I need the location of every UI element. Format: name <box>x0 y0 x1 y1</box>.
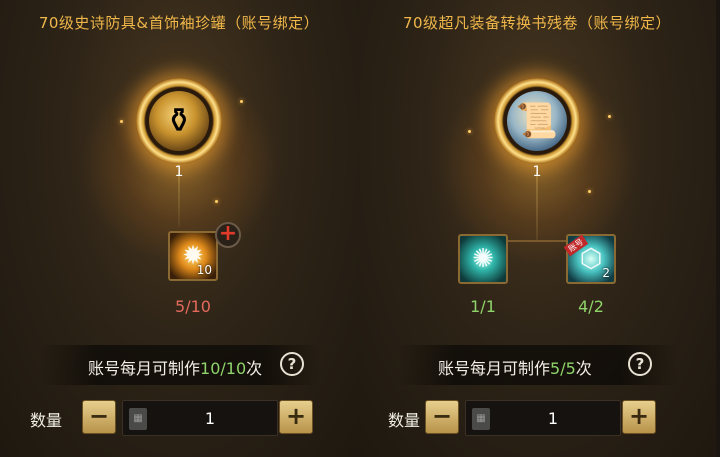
panel-title: 70级超凡装备转换书残卷（账号绑定） <box>402 14 672 32</box>
material-requirement: 1/1 <box>470 297 496 316</box>
material-slot[interactable]: 账号 ⬡ 2 <box>563 234 616 284</box>
quantity-label: 数量 <box>388 411 421 430</box>
add-material-button[interactable]: + <box>215 222 241 248</box>
crafting-screen: 70级史诗防具&首饰袖珍罐（账号绑定） ⚱ 1 ✹ 10 + 5/10 账号每月… <box>0 0 720 457</box>
quantity-input[interactable]: ▦ 1 <box>465 400 621 436</box>
monthly-limit-bar: 账号每月可制作10/10次 ? <box>40 345 320 385</box>
scroll-icon[interactable]: 📜 <box>507 91 567 151</box>
monthly-limit-bar: 账号每月可制作5/5次 ? <box>398 345 678 385</box>
material-slot[interactable]: ✺ <box>458 234 508 284</box>
increase-button[interactable]: + <box>622 400 656 434</box>
quantity-input[interactable]: ▦ 1 <box>122 400 278 436</box>
connector-line <box>178 172 180 227</box>
connector-line <box>508 240 568 242</box>
quantity-value: 1 <box>204 409 216 428</box>
calculator-icon[interactable]: ▦ <box>129 408 147 430</box>
material-requirement: 4/2 <box>578 297 604 316</box>
monthly-limit-text: 账号每月可制作5/5次 <box>438 359 592 378</box>
calculator-icon[interactable]: ▦ <box>472 408 490 430</box>
quantity-label: 数量 <box>30 411 63 430</box>
quantity-row: 数量 − ▦ 1 + <box>358 400 716 436</box>
panel-title: 70级史诗防具&首饰袖珍罐（账号绑定） <box>38 14 320 32</box>
connector-line <box>536 172 538 240</box>
spark <box>588 190 591 193</box>
material-stack: 2 <box>602 266 610 280</box>
quantity-value: 1 <box>547 409 559 428</box>
material-slot[interactable]: ✹ 10 <box>168 231 218 281</box>
craft-panel-armor-jar: 70级史诗防具&首饰袖珍罐（账号绑定） ⚱ 1 ✹ 10 + 5/10 账号每月… <box>0 0 358 457</box>
spark <box>120 120 123 123</box>
material-stack: 10 <box>196 263 212 277</box>
crystal-icon: ⬡ <box>579 244 603 274</box>
craft-panel-transform-scroll: 70级超凡装备转换书残卷（账号绑定） 📜 1 ✺ 1/1 账号 ⬡ 2 4/2 … <box>358 0 716 457</box>
decrease-button[interactable]: − <box>82 400 116 434</box>
jar-icon[interactable]: ⚱ <box>149 91 209 151</box>
spark <box>215 200 218 203</box>
decrease-button[interactable]: − <box>425 400 459 434</box>
spark <box>468 130 471 133</box>
main-item-count: 1 <box>174 164 184 180</box>
quantity-row: 数量 − ▦ 1 + <box>0 400 358 436</box>
spark <box>608 115 611 118</box>
help-icon[interactable]: ? <box>280 352 304 376</box>
teal-emblem-icon: ✺ <box>472 244 494 274</box>
material-requirement: 5/10 <box>175 297 211 316</box>
spark <box>240 100 243 103</box>
monthly-limit-text: 账号每月可制作10/10次 <box>88 359 263 378</box>
increase-button[interactable]: + <box>279 400 313 434</box>
help-icon[interactable]: ? <box>628 352 652 376</box>
main-item-count: 1 <box>532 164 542 180</box>
